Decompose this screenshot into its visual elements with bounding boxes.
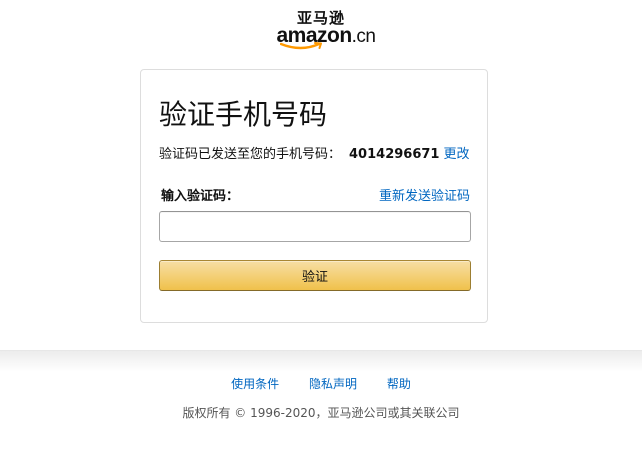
code-input-label: 输入验证码： bbox=[161, 189, 240, 204]
logo-suffix: .cn bbox=[351, 26, 376, 47]
code-sent-text: 验证码已发送至您的手机号码： bbox=[159, 147, 342, 162]
code-sent-message: 验证码已发送至您的手机号码： 4014296671 更改 bbox=[159, 146, 470, 164]
amazon-logo[interactable]: 亚马逊 amazon.cn bbox=[0, 10, 642, 50]
footer-link-conditions[interactable]: 使用条件 bbox=[231, 377, 279, 391]
footer-link-privacy[interactable]: 隐私声明 bbox=[309, 377, 357, 391]
verify-phone-card: 验证手机号码 验证码已发送至您的手机号码： 4014296671 更改 输入验证码：… bbox=[140, 69, 488, 323]
copyright-text: 版权所有 © 1996-2020，亚马逊公司或其关联公司 bbox=[182, 406, 460, 420]
verification-code-input[interactable] bbox=[159, 211, 471, 242]
amazon-smile-icon bbox=[280, 42, 323, 50]
footer-divider bbox=[0, 350, 642, 372]
phone-number: 4014296671 bbox=[349, 147, 440, 162]
page: 亚马逊 amazon.cn 验证手机号码 验证码已发送至您的手机号码： 40142… bbox=[0, 0, 642, 472]
page-title: 验证手机号码 bbox=[159, 98, 328, 131]
footer-links: 使用条件 隐私声明 帮助 bbox=[0, 376, 642, 392]
footer-link-help[interactable]: 帮助 bbox=[387, 377, 411, 391]
verify-button[interactable]: 验证 bbox=[159, 260, 471, 291]
change-phone-link[interactable]: 更改 bbox=[443, 147, 469, 162]
logo-en-text: amazon.cn bbox=[276, 25, 376, 50]
resend-code-link[interactable]: 重新发送验证码 bbox=[379, 188, 470, 206]
